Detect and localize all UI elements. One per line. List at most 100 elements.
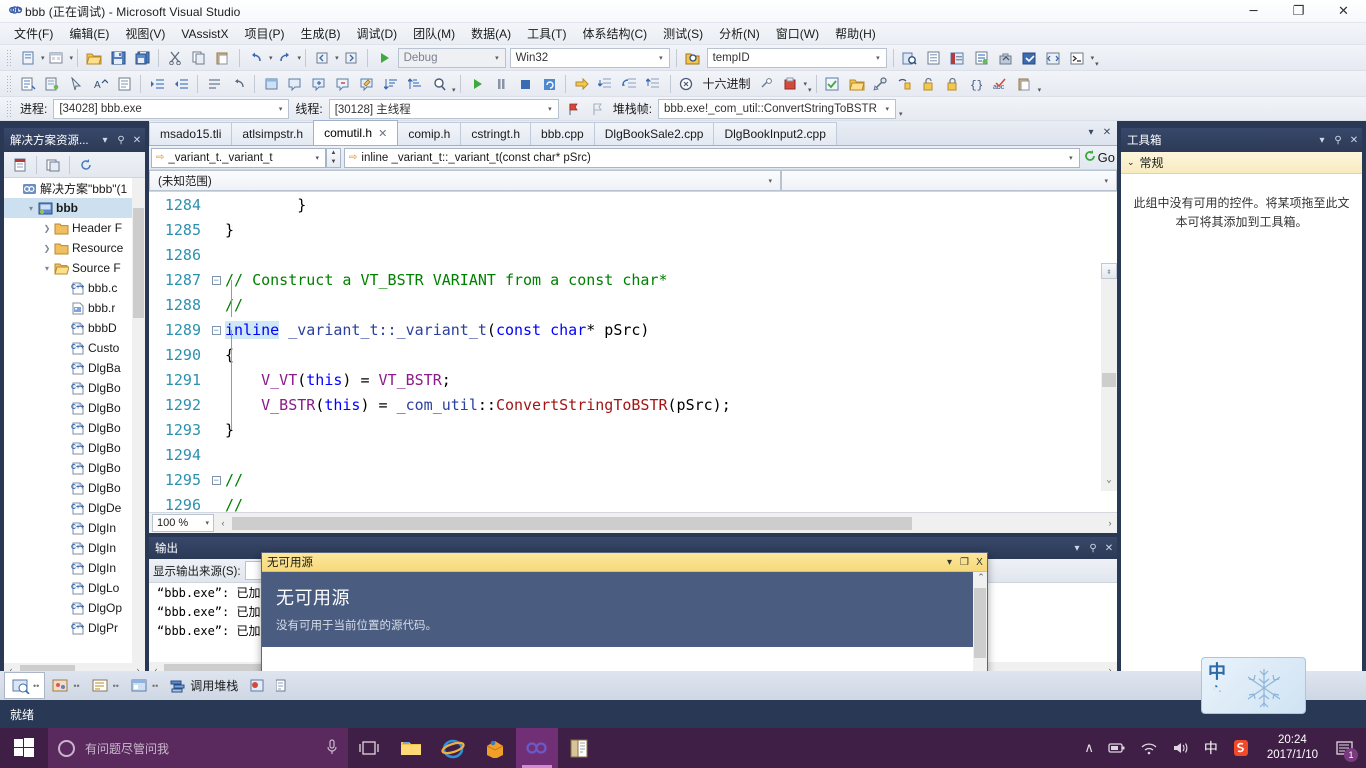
code-line[interactable]: 1287−// Construct a VT_BSTR VARIANT from… [149,267,1117,292]
code-snippet-icon[interactable] [1043,47,1065,69]
menu-item-11[interactable]: 测试(S) [655,23,711,44]
tree-item-22[interactable]: C++ DlgPr [4,618,145,638]
toolbar-overflow-button[interactable]: ▾ [1038,86,1042,96]
open-file-icon[interactable] [83,47,105,69]
step-into-icon[interactable] [595,73,617,95]
sort-descending-icon[interactable] [404,73,426,95]
flag-marked-threads-icon[interactable] [562,98,584,120]
new-window-icon[interactable] [260,73,282,95]
fold-collapse-icon[interactable]: − [209,323,223,336]
find-symbol-icon[interactable] [682,47,704,69]
chevron-down-icon[interactable]: ▾ [40,264,54,273]
pin-icon[interactable]: ⚲ [1330,135,1346,146]
font-size-icon[interactable]: A [89,73,111,95]
editor-tab-7[interactable]: DlgBookInput2.cpp [713,122,837,145]
tree-item-5[interactable]: C++ bbb.c [4,278,145,298]
toolbar-overflow-button[interactable]: ▾ [1095,60,1099,70]
dictionary-icon[interactable] [558,728,600,768]
battery-icon[interactable] [1101,742,1133,754]
tree-item-0[interactable]: 解决方案"bbb"(1 [4,178,145,198]
tree-item-20[interactable]: C++ DlgLo [4,578,145,598]
tree-item-2[interactable]: ❯ Header F [4,218,145,238]
new-project-dropdown[interactable]: ▾ [41,54,45,62]
build-solution-icon[interactable] [822,73,844,95]
close-icon[interactable]: ✕ [129,135,145,146]
code-line[interactable]: 1288 // [149,292,1117,317]
tree-item-15[interactable]: C++ DlgBo [4,478,145,498]
toolbar-grip[interactable] [6,74,13,93]
navigate-backward-icon[interactable] [311,47,333,69]
toolbox-icon[interactable] [995,47,1017,69]
chevron-down-icon[interactable]: ▾ [1069,543,1085,554]
tree-item-21[interactable]: C++ DlgOp [4,598,145,618]
cortana-search-box[interactable]: 有问题尽管问我 [48,728,348,768]
find-references-icon[interactable] [894,73,916,95]
active-files-dropdown-icon[interactable]: ▾ [1083,127,1099,138]
open-folder-icon[interactable] [846,73,868,95]
visual-studio-icon[interactable] [516,728,558,768]
ime-punctuation-icon[interactable]: ◔ˌ [1212,682,1221,693]
braces-icon[interactable]: {} [966,73,988,95]
tree-item-6[interactable]: bbb.r [4,298,145,318]
clipboard-history-icon[interactable] [1014,73,1036,95]
tree-item-19[interactable]: C++ DlgIn [4,558,145,578]
code-line[interactable]: 1294 [149,442,1117,467]
quick-watch-icon[interactable] [284,73,306,95]
dock-tab-modules[interactable]: •• [124,672,163,699]
dock-tab-watch[interactable]: •• [45,672,84,699]
chevron-down-icon[interactable]: ▾ [24,204,38,213]
scroll-down-arrow[interactable]: ⌄ [1101,475,1117,491]
solution-tree-vscrollbar[interactable] [132,178,145,663]
solution-platform-combo[interactable]: Win32 ▾ [509,47,670,68]
spin-up-icon[interactable]: ▲ [331,150,337,156]
scrollbar-thumb[interactable] [133,208,144,318]
lock-closed-icon[interactable] [942,73,964,95]
file-explorer-icon[interactable] [390,728,432,768]
undo-last-icon[interactable] [227,73,249,95]
restore-icon[interactable]: ❐ [957,557,972,568]
ime-mode-char[interactable]: 中 [1208,663,1226,682]
sogou-pinyin-icon[interactable] [1225,739,1257,757]
memory-window-icon[interactable] [780,73,802,95]
chevron-right-icon[interactable]: ❯ [40,244,54,253]
command-window-dropdown[interactable]: ▾ [1091,54,1095,62]
add-item-dropdown[interactable]: ▾ [70,54,74,62]
zoom-level-combo[interactable]: 100 % ▾ [152,514,214,532]
menu-item-7[interactable]: 团队(M) [405,23,463,44]
solution-tree[interactable]: 解决方案"bbb"(1 ▾ bbb ❯ Header F ❯ Resource ▾ Source… [4,178,145,663]
chevron-right-icon[interactable]: ❯ [40,224,54,233]
chevron-down-icon[interactable]: ▾ [97,135,113,146]
navigate-backward-dropdown[interactable]: ▾ [335,54,339,62]
properties-icon[interactable] [9,154,31,176]
add-item-icon[interactable] [46,47,68,69]
process-combo[interactable]: [34028] bbb.exe ▾ [53,98,290,119]
action-center-icon[interactable]: 1 [1328,728,1362,768]
editor-tab-4[interactable]: cstringt.h [460,122,532,145]
step-over-icon[interactable] [619,73,641,95]
go-button[interactable]: Go [1080,149,1115,166]
lock-open-icon[interactable] [918,73,940,95]
code-line[interactable]: 1291 V_VT(this) = VT_BSTR; [149,367,1117,392]
remove-watch-icon[interactable] [332,73,354,95]
spin-down-icon[interactable]: ▼ [331,159,337,165]
tree-item-10[interactable]: C++ DlgBo [4,378,145,398]
scroll-up-arrow[interactable]: ⌃ [973,572,987,588]
code-text-area[interactable]: 1284 } 1285} 1286 1287−// Construct a VT_BS… [149,192,1117,512]
code-line[interactable]: 1296 // [149,492,1117,513]
code-line[interactable]: 1286 [149,242,1117,267]
toolbar-overflow-button[interactable]: ▾ [899,110,903,120]
archive-tool-icon[interactable] [474,728,516,768]
tree-item-1[interactable]: ▾ bbb [4,198,145,218]
toggle-word-wrap-icon[interactable] [113,73,135,95]
properties-window-icon[interactable] [923,47,945,69]
team-explorer-icon[interactable] [971,47,993,69]
comment-selection-icon[interactable] [17,73,39,95]
redo-icon[interactable] [274,47,296,69]
debug-settings-icon[interactable] [756,73,778,95]
tree-item-4[interactable]: ▾ Source F [4,258,145,278]
editor-tab-3[interactable]: comip.h [397,122,462,145]
editor-tab-5[interactable]: bbb.cpp [530,122,595,145]
save-all-icon[interactable] [131,47,153,69]
dock-tab-callstack[interactable]: 调用堆栈 [163,672,243,699]
undo-dropdown[interactable]: ▾ [269,54,273,62]
